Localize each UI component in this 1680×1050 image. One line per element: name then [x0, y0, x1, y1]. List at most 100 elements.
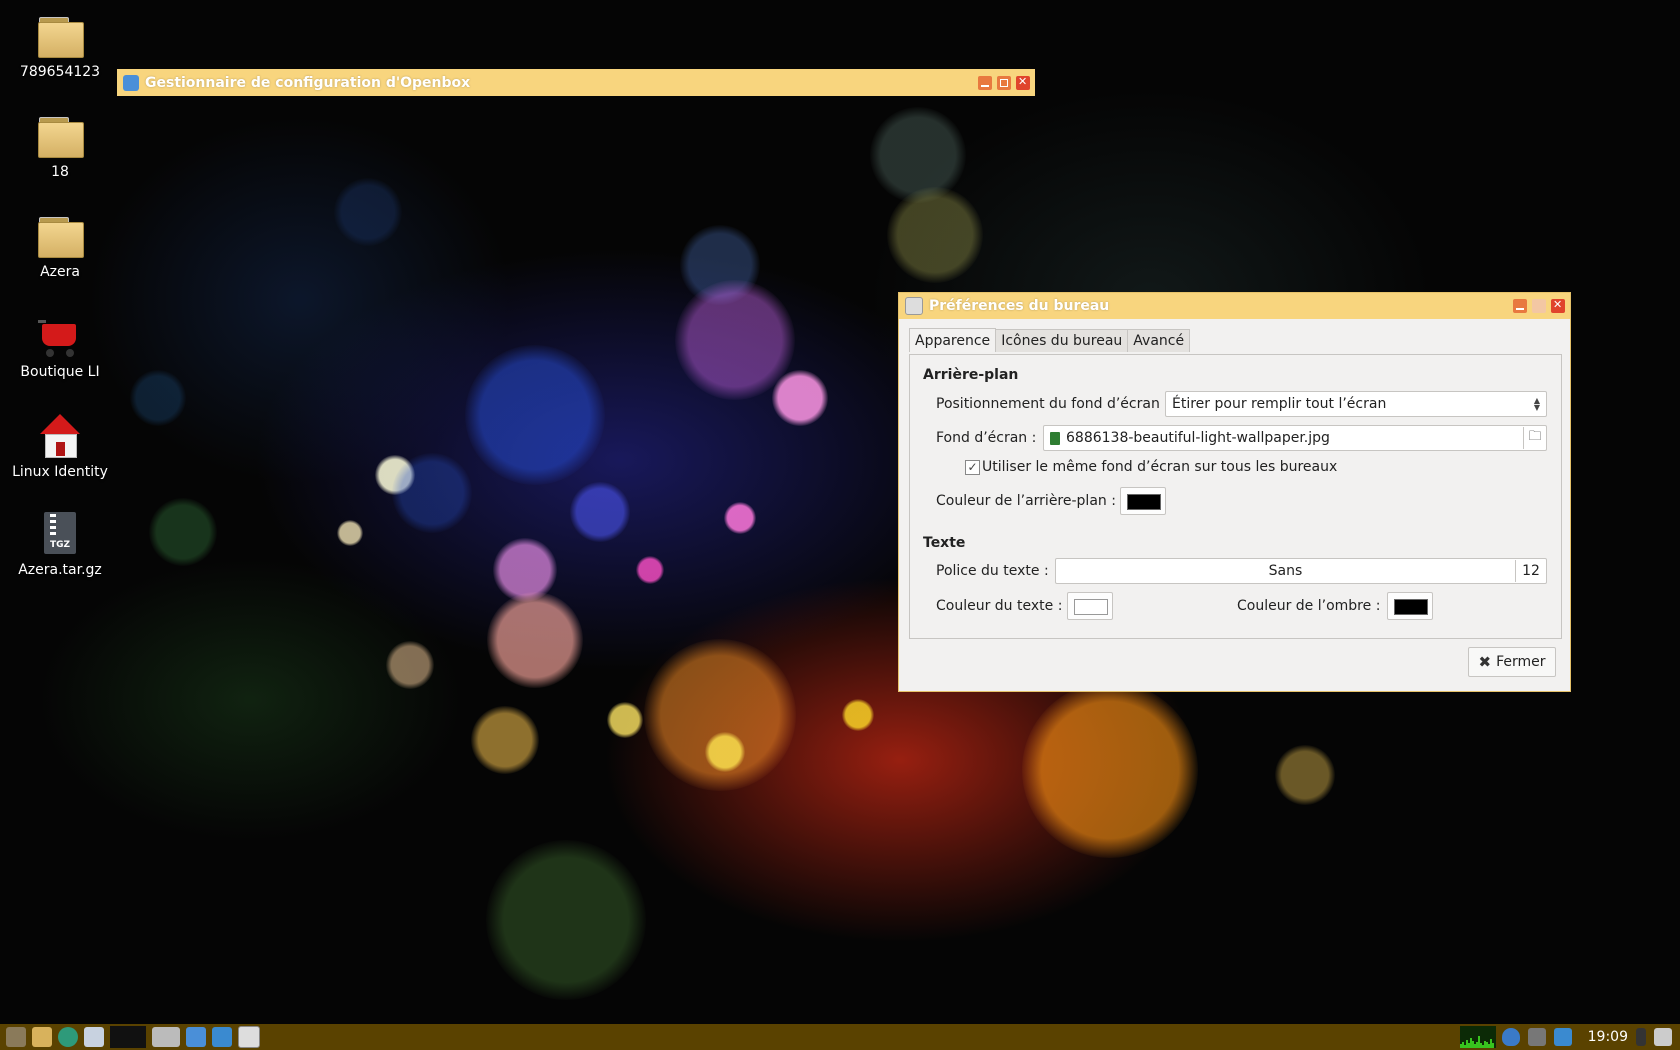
folder-icon	[36, 212, 84, 260]
network-signal-icon[interactable]	[1527, 1028, 1546, 1046]
bokeh-light	[487, 592, 583, 688]
wallpaper-mode-value: Étirer pour remplir tout l’écran	[1172, 396, 1387, 412]
image-file-icon	[1050, 431, 1060, 445]
bokeh-light	[1275, 745, 1335, 805]
desktop-icon-label: Azera	[40, 264, 80, 280]
close-button[interactable]	[1551, 298, 1565, 313]
bokeh-light	[887, 187, 983, 283]
bokeh-light	[471, 706, 539, 774]
wallpaper-mode-label: Positionnement du fond d’écran :	[936, 396, 1169, 412]
section-heading-text: Texte	[923, 535, 966, 551]
bokeh-light	[1022, 682, 1198, 858]
same-wallpaper-checkbox[interactable]: ✓	[965, 460, 980, 475]
tab-bar: Apparence Icônes du bureau Avancé	[909, 328, 1191, 352]
cpu-monitor-graph	[1459, 1026, 1496, 1048]
bokeh-light	[842, 699, 874, 731]
desktop-icon-folder-azera[interactable]: Azera	[8, 212, 112, 280]
window-app-icon	[905, 297, 923, 315]
text-color-button[interactable]	[1067, 592, 1113, 620]
bokeh-light	[724, 502, 756, 534]
system-tray: 19:09	[1459, 1024, 1680, 1050]
lock-icon[interactable]	[1636, 1028, 1646, 1046]
font-chooser-button[interactable]: Sans 12	[1055, 558, 1547, 584]
home-icon	[36, 412, 84, 460]
bokeh-light	[772, 370, 828, 426]
wallpaper-file-value: 6886138-beautiful-light-wallpaper.jpg	[1066, 430, 1330, 446]
background-color-label: Couleur de l’arrière-plan :	[936, 493, 1116, 509]
close-button[interactable]	[1016, 75, 1030, 90]
maximize-button	[1532, 299, 1546, 313]
bokeh-light	[465, 345, 605, 485]
desktop-icon-label: Linux Identity	[12, 464, 108, 480]
desktop-icon-linux-identity[interactable]: Linux Identity	[8, 412, 112, 480]
tab-panel-apparence: Arrière-plan Positionnement du fond d’éc…	[909, 354, 1562, 639]
background-color-button[interactable]	[1120, 487, 1166, 515]
desktop-preferences-window[interactable]: Préférences du bureau Apparence Icônes d…	[898, 292, 1571, 692]
bokeh-light	[334, 178, 402, 246]
openbox-config-window[interactable]: Gestionnaire de configuration d'Openbox	[117, 69, 1035, 96]
tab-avance[interactable]: Avancé	[1127, 329, 1191, 352]
logout-icon[interactable]	[1654, 1028, 1672, 1046]
desktop-icon-azera-tgz[interactable]: TGZ Azera.tar.gz	[8, 510, 112, 578]
main-menu-icon[interactable]	[6, 1027, 26, 1047]
shadow-color-button[interactable]	[1387, 592, 1433, 620]
close-x-icon: ✖	[1478, 653, 1492, 671]
taskbar-desktop-preferences[interactable]	[238, 1026, 260, 1048]
bokeh-light	[607, 702, 643, 738]
bokeh-light	[337, 520, 363, 546]
bokeh-light	[392, 453, 472, 533]
bokeh-light	[149, 498, 217, 566]
maximize-button[interactable]	[997, 75, 1011, 90]
tab-apparence[interactable]: Apparence	[909, 328, 997, 352]
file-manager-icon[interactable]	[32, 1027, 52, 1047]
bokeh-light	[870, 107, 966, 203]
bokeh-light	[130, 370, 186, 426]
shadow-color-label: Couleur de l’ombre :	[1237, 598, 1381, 614]
shadow-color-swatch	[1394, 599, 1428, 615]
window-title: Préférences du bureau	[929, 298, 1110, 314]
folder-icon	[36, 12, 84, 60]
bokeh-light	[705, 732, 745, 772]
taskbar: 19:09	[0, 1024, 1680, 1050]
desktop-icon-boutique[interactable]: Boutique LI	[8, 312, 112, 380]
bokeh-light	[486, 840, 646, 1000]
wallpaper-file-chooser[interactable]: 6886138-beautiful-light-wallpaper.jpg 🗀	[1043, 425, 1547, 451]
close-dialog-button[interactable]: ✖ Fermer	[1468, 647, 1556, 677]
font-size: 12	[1522, 563, 1540, 579]
taskbar-openbox-config[interactable]	[186, 1027, 206, 1047]
workspace-pager[interactable]	[110, 1026, 146, 1048]
font-label: Police du texte :	[936, 563, 1049, 579]
background-color-swatch	[1127, 494, 1161, 510]
taskbar-settings[interactable]	[212, 1027, 232, 1047]
section-heading-background: Arrière-plan	[923, 367, 1019, 383]
open-folder-icon[interactable]: 🗀	[1524, 427, 1546, 449]
text-color-label: Couleur du texte :	[936, 598, 1063, 614]
desktop-icon-folder-18[interactable]: 18	[8, 112, 112, 180]
desktop-icon-folder-789654123[interactable]: 789654123	[8, 12, 112, 80]
window-titlebar[interactable]: Gestionnaire de configuration d'Openbox	[117, 69, 1035, 96]
minimize-button[interactable]	[1513, 299, 1527, 313]
window-switcher-icon[interactable]	[152, 1027, 180, 1047]
shield-icon[interactable]	[1501, 1028, 1520, 1046]
bokeh-light	[386, 641, 434, 689]
desktop-icon-label: 18	[51, 164, 69, 180]
minimize-button[interactable]	[978, 75, 992, 90]
wallpaper-mode-select[interactable]: Étirer pour remplir tout l’écran ▲ ▼	[1165, 391, 1547, 417]
desktop-icon-label: Azera.tar.gz	[18, 562, 102, 578]
same-wallpaper-label: Utiliser le même fond d’écran sur tous l…	[982, 459, 1338, 475]
close-dialog-label: Fermer	[1496, 654, 1546, 670]
text-color-swatch	[1074, 599, 1108, 615]
desktop-icon-label: Boutique LI	[20, 364, 100, 380]
folder-icon	[36, 112, 84, 160]
desktop-icon-label: 789654123	[19, 64, 101, 80]
show-desktop-icon[interactable]	[84, 1027, 104, 1047]
window-title: Gestionnaire de configuration d'Openbox	[145, 74, 471, 91]
bokeh-light	[636, 556, 664, 584]
browser-icon[interactable]	[58, 1027, 78, 1047]
update-icon[interactable]	[1553, 1028, 1572, 1046]
spin-arrows-icon: ▲ ▼	[1533, 396, 1540, 412]
shopping-cart-icon	[36, 312, 84, 360]
clock[interactable]: 19:09	[1588, 1029, 1628, 1045]
window-titlebar[interactable]: Préférences du bureau	[899, 293, 1570, 319]
tab-icones-du-bureau[interactable]: Icônes du bureau	[995, 329, 1129, 352]
